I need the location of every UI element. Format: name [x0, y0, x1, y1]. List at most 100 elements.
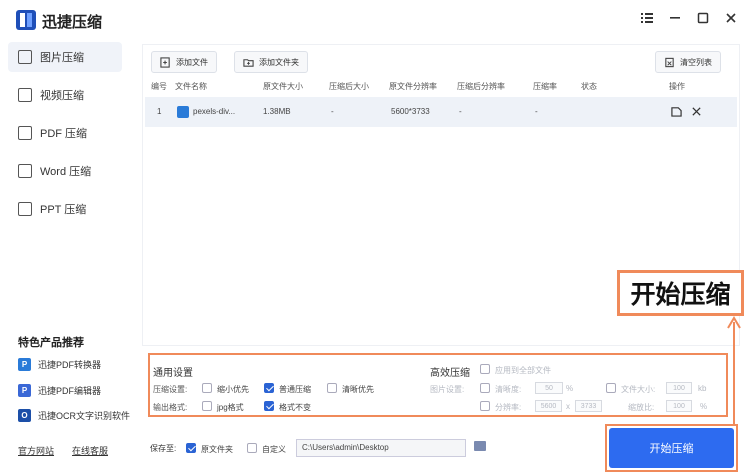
save-path-input[interactable]: C:\Users\admin\Desktop	[296, 439, 466, 457]
original-folder-label: 原文件夹	[201, 445, 233, 454]
ppt-icon	[18, 202, 32, 216]
video-icon	[18, 88, 32, 102]
normal-compress-checkbox[interactable]	[264, 383, 274, 393]
close-icon[interactable]	[722, 9, 740, 27]
image-icon	[18, 50, 32, 64]
sidebar-item-video[interactable]: 视频压缩	[8, 80, 122, 110]
jpg-format-checkbox[interactable]	[202, 401, 212, 411]
featured-pdf-converter[interactable]: P 迅捷PDF转换器	[18, 358, 101, 371]
resolution-checkbox[interactable]	[480, 401, 490, 411]
official-site-link[interactable]: 官方网站	[18, 444, 54, 457]
image-file-icon	[177, 106, 189, 118]
maximize-icon[interactable]	[694, 9, 712, 27]
clear-list-button[interactable]: 清空列表	[655, 51, 721, 73]
compress-setting-label: 压缩设置:	[153, 385, 188, 394]
clarity-checkbox[interactable]	[480, 383, 490, 393]
clear-first-checkbox[interactable]	[327, 383, 337, 393]
app-logo-icon	[16, 10, 36, 30]
add-file-button[interactable]: 添加文件	[151, 51, 217, 73]
clear-list-label: 清空列表	[680, 57, 712, 67]
clarity-label: 清晰度:	[495, 385, 522, 394]
image-setting-label: 图片设置:	[430, 385, 465, 394]
sidebar-item-label: 图片压缩	[40, 52, 84, 64]
scale-label: 缩放比:	[628, 403, 655, 412]
row-resolution: 5600*3733	[391, 107, 430, 116]
resolution-x: x	[566, 402, 570, 411]
row-compressed-resolution: -	[459, 107, 462, 116]
file-size-unit: kb	[698, 384, 707, 393]
callout-arrow-icon	[727, 316, 741, 424]
scale-unit: %	[700, 402, 708, 411]
custom-folder-checkbox[interactable]	[247, 443, 257, 453]
window-controls	[638, 9, 740, 27]
sidebar-item-word[interactable]: Word 压缩	[8, 156, 122, 186]
featured-label: 迅捷PDF转换器	[38, 360, 102, 370]
sidebar-item-label: Word 压缩	[40, 166, 92, 178]
row-index: 1	[157, 107, 162, 116]
file-size-checkbox[interactable]	[606, 383, 616, 393]
sidebar: 图片压缩 视频压缩 PDF 压缩 Word 压缩 PPT 压缩 特色产品推荐 P…	[0, 38, 135, 476]
save-to-label: 保存至:	[150, 444, 177, 453]
row-ratio: -	[535, 107, 538, 116]
title-bar: 迅捷压缩	[0, 0, 750, 38]
file-size-label: 文件大小:	[621, 385, 656, 394]
keep-format-checkbox[interactable]	[264, 401, 274, 411]
open-folder-icon[interactable]	[671, 106, 682, 117]
advanced-settings-title: 高效压缩	[430, 368, 470, 379]
clarity-input[interactable]: 50	[535, 382, 563, 394]
delete-row-icon[interactable]	[691, 106, 702, 117]
sidebar-item-image[interactable]: 图片压缩	[8, 42, 122, 72]
add-folder-button[interactable]: 添加文件夹	[234, 51, 308, 73]
resolution-label: 分辨率:	[495, 403, 522, 412]
featured-title: 特色产品推荐	[18, 337, 84, 349]
small-first-checkbox[interactable]	[202, 383, 212, 393]
original-folder-checkbox[interactable]	[186, 443, 196, 453]
row-size: 1.38MB	[263, 107, 291, 116]
support-link[interactable]: 在线客服	[72, 444, 108, 457]
start-compress-button[interactable]: 开始压缩	[609, 428, 734, 468]
apply-all-checkbox[interactable]	[480, 364, 490, 374]
start-callout: 开始压缩	[617, 270, 744, 316]
clear-list-icon	[665, 57, 674, 67]
minimize-icon[interactable]	[666, 9, 684, 27]
resolution-height-input[interactable]: 3733	[575, 400, 602, 412]
small-first-label: 缩小优先	[217, 385, 249, 394]
menu-icon[interactable]	[638, 9, 656, 27]
pdf-converter-icon: P	[18, 358, 31, 371]
add-folder-label: 添加文件夹	[259, 57, 299, 67]
sidebar-item-ppt[interactable]: PPT 压缩	[8, 194, 122, 224]
add-folder-icon	[243, 58, 254, 67]
col-status: 状态	[581, 82, 597, 91]
sidebar-item-pdf[interactable]: PDF 压缩	[8, 118, 122, 148]
pdf-editor-icon: P	[18, 384, 31, 397]
featured-ocr[interactable]: O 迅捷OCR文字识别软件	[18, 409, 130, 422]
keep-format-label: 格式不变	[279, 403, 311, 412]
file-size-input[interactable]: 100	[666, 382, 692, 394]
add-file-label: 添加文件	[176, 57, 208, 67]
sidebar-item-label: 视频压缩	[40, 90, 84, 102]
col-resolution: 原文件分辨率	[389, 82, 437, 91]
row-name: pexels-div...	[193, 107, 236, 116]
col-index: 编号	[151, 82, 167, 91]
table-row[interactable]: 1 pexels-div... 1.38MB - 5600*3733 - -	[145, 97, 737, 127]
featured-label: 迅捷PDF编辑器	[38, 386, 102, 396]
resolution-width-input[interactable]: 5600	[535, 400, 562, 412]
table-header: 编号 文件名称 原文件大小 压缩后大小 原文件分辨率 压缩后分辨率 压缩率 状态…	[143, 77, 739, 95]
col-compressed-resolution: 压缩后分辨率	[457, 82, 505, 91]
clear-first-label: 清晰优先	[342, 385, 374, 394]
pdf-icon	[18, 126, 32, 140]
browse-folder-icon[interactable]	[474, 441, 486, 451]
normal-compress-label: 普通压缩	[279, 385, 311, 394]
apply-all-label: 应用到全部文件	[495, 366, 551, 375]
jpg-format-label: jpg格式	[217, 403, 244, 412]
sidebar-item-label: PPT 压缩	[40, 204, 87, 216]
custom-folder-label: 自定义	[262, 445, 286, 454]
word-icon	[18, 164, 32, 178]
row-compressed-size: -	[331, 107, 334, 116]
sidebar-item-label: PDF 压缩	[40, 128, 88, 140]
scale-input[interactable]: 100	[666, 400, 692, 412]
clarity-unit: %	[566, 384, 574, 393]
add-file-icon	[160, 56, 170, 68]
col-size: 原文件大小	[263, 82, 303, 91]
featured-pdf-editor[interactable]: P 迅捷PDF编辑器	[18, 384, 101, 397]
